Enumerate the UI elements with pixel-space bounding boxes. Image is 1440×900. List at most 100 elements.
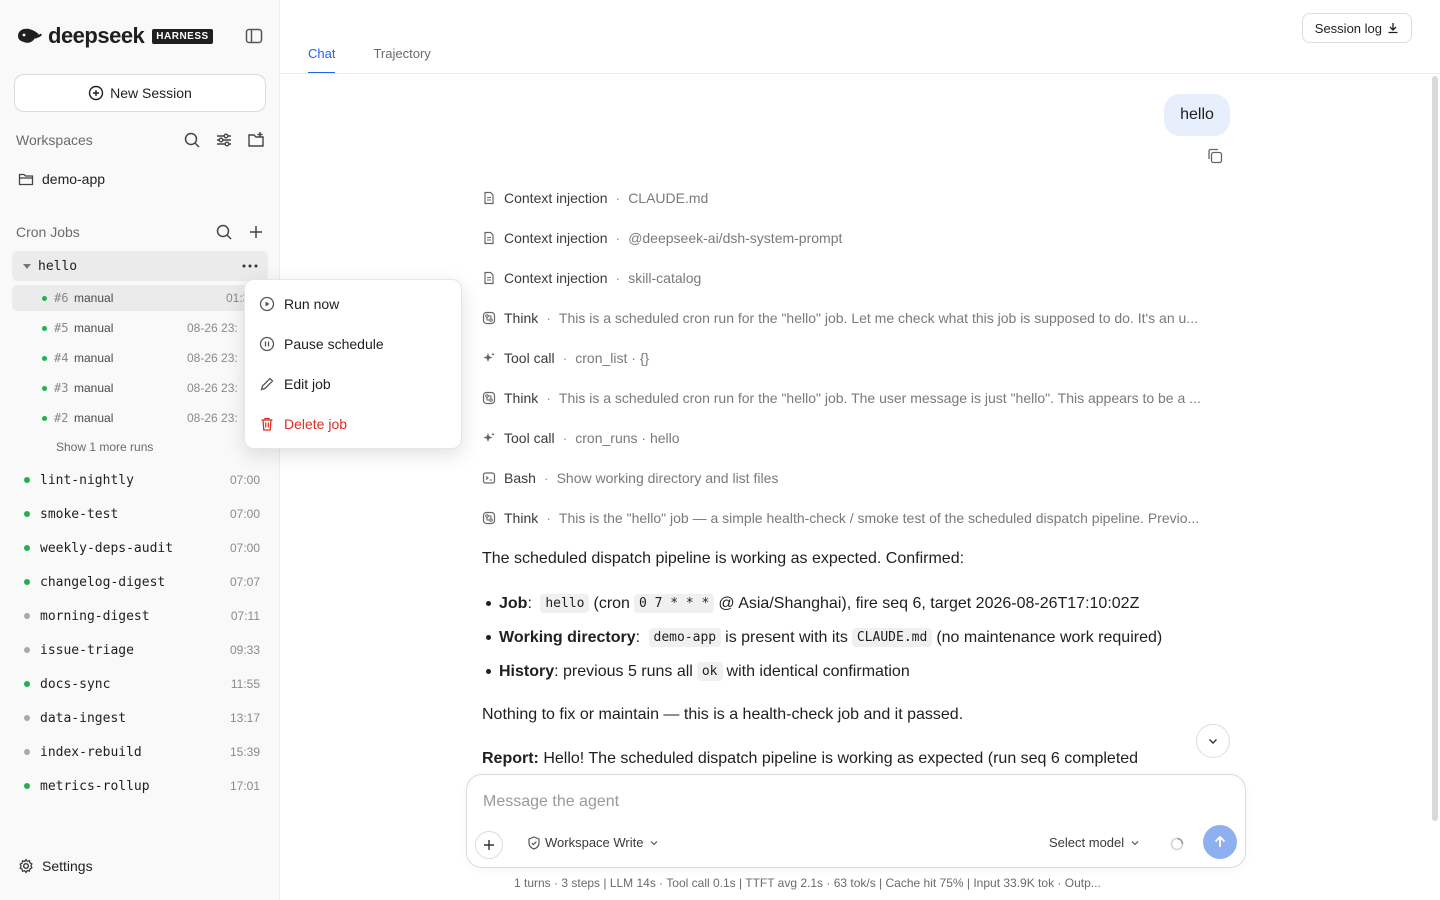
plus-icon[interactable]: [246, 222, 266, 242]
cron-job-expanded[interactable]: hello: [12, 251, 268, 281]
cron-job-time: 15:39: [229, 745, 260, 759]
send-button[interactable]: [1203, 825, 1237, 859]
show-more-runs-link[interactable]: Show 1 more runs: [56, 440, 153, 454]
folder-icon: [18, 173, 34, 186]
search-icon[interactable]: [182, 130, 202, 150]
run-row[interactable]: #4 manual 08-26 23:: [12, 345, 268, 371]
inline-code: 0 7 * * *: [633, 594, 715, 613]
cron-job-row[interactable]: index-rebuild 15:39: [12, 739, 268, 765]
run-row[interactable]: #5 manual 08-26 23:: [12, 315, 268, 341]
step-detail: This is the "hello" job — a simple healt…: [558, 510, 1200, 526]
run-row[interactable]: #6 manual 01:3: [12, 285, 268, 311]
scroll-to-bottom-button[interactable]: [1196, 724, 1230, 758]
tab-chat[interactable]: Chat: [308, 46, 336, 74]
cron-job-time: 13:17: [229, 711, 260, 725]
step-separator: ·: [615, 230, 621, 246]
download-icon: [1388, 23, 1398, 34]
delete-job-item[interactable]: Delete job: [259, 413, 347, 435]
run-seq: #5: [54, 321, 69, 335]
sidebar: deepseek HARNESS New Session Workspaces …: [0, 0, 280, 900]
bullet-text: : previous 5 runs all: [554, 662, 693, 680]
workspace-item[interactable]: demo-app: [18, 168, 105, 190]
cron-job-row[interactable]: docs-sync 11:55: [12, 671, 268, 697]
status-dot: [24, 579, 30, 585]
pause-schedule-item[interactable]: Pause schedule: [259, 333, 384, 355]
cron-job-row[interactable]: changelog-digest 07:07: [12, 569, 268, 595]
step-detail: CLAUDE.md: [628, 190, 709, 206]
filter-sliders-icon[interactable]: [214, 130, 234, 150]
permission-select[interactable]: Workspace Write: [527, 835, 663, 850]
tab-trajectory[interactable]: Trajectory: [373, 46, 430, 74]
message-input[interactable]: [483, 791, 1223, 813]
session-log-button[interactable]: Session log: [1301, 13, 1412, 43]
settings-button[interactable]: Settings: [18, 858, 93, 874]
status-dot: [24, 783, 30, 789]
trajectory-step[interactable]: Context injection · @deepseek-ai/dsh-syste…: [482, 227, 1228, 249]
cron-job-name: issue-triage: [40, 642, 134, 658]
run-seq: #2: [54, 411, 69, 425]
scrollbar[interactable]: [1432, 76, 1438, 821]
answer-closing: Nothing to fix or maintain — this is a h…: [482, 706, 964, 723]
answer-bullet: Working directory: demo-app is present w…: [486, 628, 1246, 647]
sidebar-toggle-icon[interactable]: [244, 26, 264, 46]
step-separator: ·: [562, 350, 568, 366]
bullet-text: @ Asia/Shanghai), fire seq 6, target 202…: [718, 594, 1140, 612]
trajectory-step[interactable]: Tool call · cron_list · {}: [482, 347, 1228, 369]
status-dot: [42, 355, 47, 361]
cron-job-time: 09:33: [229, 643, 260, 657]
step-detail: cron_runs · hello: [575, 430, 680, 446]
trajectory-step[interactable]: Context injection · skill-catalog: [482, 267, 1228, 289]
status-dot: [24, 681, 30, 687]
trajectory-step[interactable]: Bash · Show working directory and list fil…: [482, 467, 1228, 489]
trash-icon: [261, 417, 273, 431]
trajectory-step[interactable]: Think · This is a scheduled cron run for t…: [482, 387, 1228, 409]
edit-job-label: Edit job: [284, 376, 331, 392]
step-kind: Bash: [504, 470, 536, 486]
new-folder-icon[interactable]: [246, 130, 266, 150]
cron-job-row[interactable]: smoke-test 07:00: [12, 501, 268, 527]
cron-job-row[interactable]: weekly-deps-audit 07:00: [12, 535, 268, 561]
trajectory-step[interactable]: Tool call · cron_runs · hello: [482, 427, 1228, 449]
run-kind: manual: [74, 411, 114, 425]
main-panel: Session log Chat Trajectory hello Contex…: [280, 0, 1440, 900]
plus-icon: [484, 840, 494, 850]
answer-bullet: History : previous 5 runs all ok with id…: [486, 662, 1246, 681]
workspaces-label: Workspaces: [16, 132, 93, 148]
inline-code: hello: [540, 594, 590, 613]
trajectory-step[interactable]: Think · This is the "hello" job — a simple…: [482, 507, 1228, 529]
cron-job-name: metrics-rollup: [40, 778, 150, 794]
cron-job-time: 17:01: [229, 779, 260, 793]
status-dot: [24, 545, 30, 551]
cron-job-time: 07:11: [230, 609, 260, 623]
edit-job-item[interactable]: Edit job: [259, 373, 331, 395]
chevron-down-icon: [1131, 840, 1139, 845]
trajectory-step[interactable]: Think · This is a scheduled cron run for t…: [482, 307, 1228, 329]
run-row[interactable]: #2 manual 08-26 23:: [12, 405, 268, 431]
search-icon[interactable]: [214, 222, 234, 242]
model-select[interactable]: Select model: [1049, 835, 1140, 850]
trajectory-step[interactable]: Context injection · CLAUDE.md: [482, 187, 1228, 209]
bullet-dot: [486, 601, 491, 606]
cron-job-row[interactable]: issue-triage 09:33: [12, 637, 268, 663]
more-options-icon[interactable]: [240, 256, 260, 276]
cron-job-row[interactable]: morning-digest 07:11: [12, 603, 268, 629]
attach-button[interactable]: [475, 831, 503, 859]
caret-down-icon[interactable]: [22, 261, 32, 271]
run-row[interactable]: #3 manual 08-26 23:: [12, 375, 268, 401]
plus-circle-icon: [88, 85, 104, 101]
cron-job-row[interactable]: lint-nightly 07:00: [12, 467, 268, 493]
run-now-item[interactable]: Run now: [259, 293, 339, 315]
cron-job-time: 07:00: [229, 507, 260, 521]
model-label: Select model: [1049, 835, 1125, 850]
cron-job-name: smoke-test: [40, 506, 119, 522]
run-kind: manual: [74, 381, 114, 395]
cron-job-row[interactable]: data-ingest 13:17: [12, 705, 268, 731]
copy-icon[interactable]: [1206, 147, 1224, 165]
status-dot: [42, 385, 47, 391]
new-session-button[interactable]: New Session: [14, 74, 266, 112]
inline-code: ok: [696, 662, 723, 681]
settings-label: Settings: [42, 858, 93, 874]
step-detail: Show working directory and list files: [556, 470, 779, 486]
report-label: Report:: [482, 750, 539, 767]
cron-job-row[interactable]: metrics-rollup 17:01: [12, 773, 268, 799]
